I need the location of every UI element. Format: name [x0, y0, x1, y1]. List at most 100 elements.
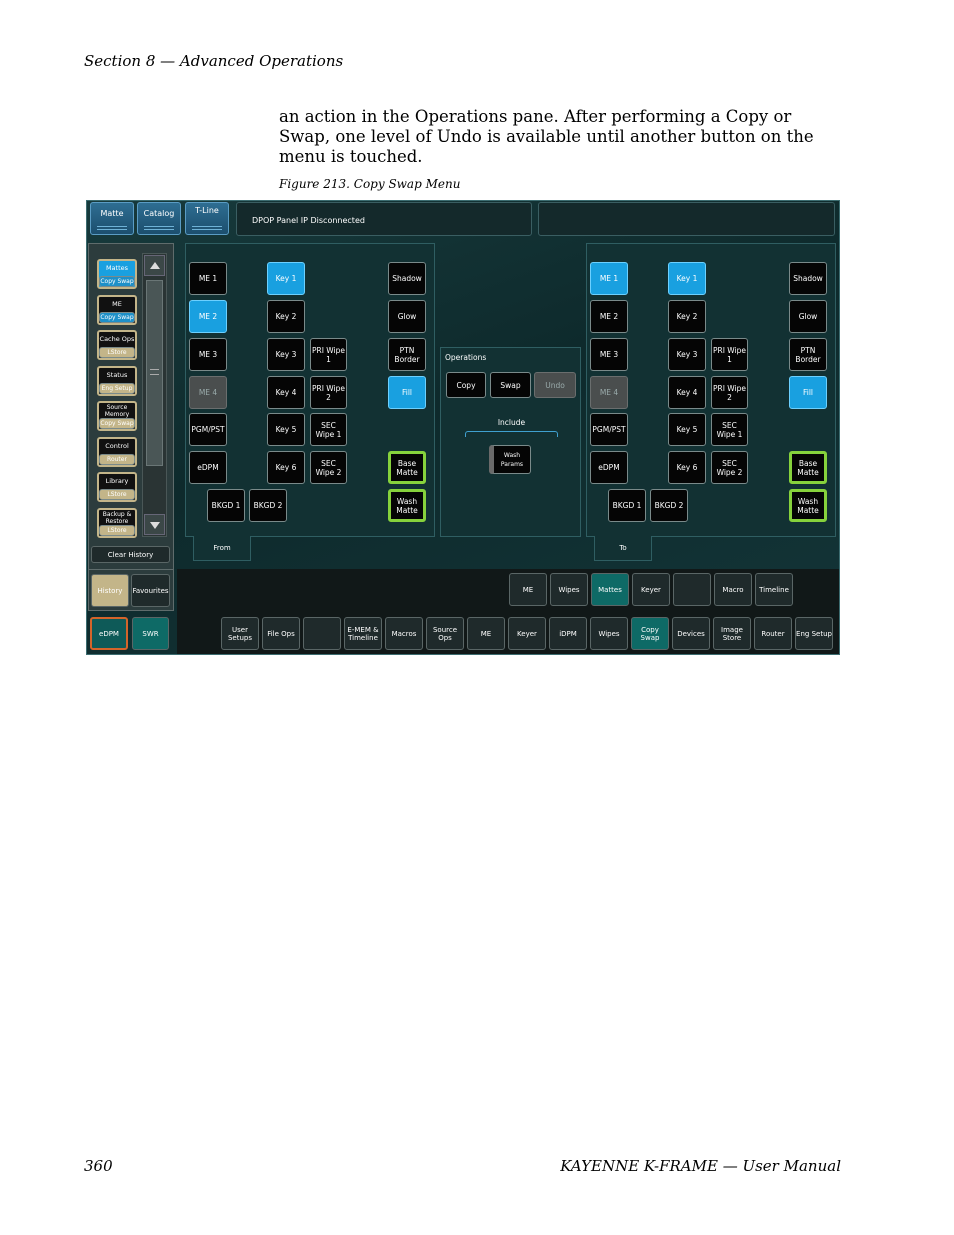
from-edpm-button[interactable]: eDPM [189, 451, 227, 484]
from-sec-wipe-1-button[interactable]: SEC Wipe 1 [310, 413, 347, 446]
to-pgm-pst-button[interactable]: PGM/PST [590, 413, 628, 446]
scroll-down-button[interactable] [144, 514, 165, 535]
to-key-4-button[interactable]: Key 4 [668, 376, 706, 409]
to-me-4-button[interactable]: ME 4 [590, 376, 628, 409]
nav-router-button[interactable]: Router [754, 617, 792, 650]
from-me-3-button[interactable]: ME 3 [189, 338, 227, 371]
undo-button[interactable]: Undo [534, 372, 576, 398]
submenu-timeline-button[interactable]: Timeline [755, 573, 793, 606]
submenu-blank-button[interactable] [673, 573, 711, 606]
nav-keyer-button[interactable]: Keyer [508, 617, 546, 650]
nav-macros-button[interactable]: Macros [385, 617, 423, 650]
nav-user-setups-button[interactable]: User Setups [221, 617, 259, 650]
to-fill-button[interactable]: Fill [789, 376, 827, 409]
to-base-matte-button[interactable]: Base Matte [789, 451, 827, 484]
to-bkgd-2-button[interactable]: BKGD 2 [650, 489, 688, 522]
from-bkgd-2-button[interactable]: BKGD 2 [249, 489, 287, 522]
history-item-source-memory[interactable]: Source Memory Copy Swap [97, 401, 137, 431]
nav-wipes-button[interactable]: Wipes [590, 617, 628, 650]
to-shadow-button[interactable]: Shadow [789, 262, 827, 295]
submenu-keyer-button[interactable]: Keyer [632, 573, 670, 606]
from-glow-button[interactable]: Glow [388, 300, 426, 333]
from-me-1-button[interactable]: ME 1 [189, 262, 227, 295]
scroll-up-button[interactable] [144, 255, 165, 276]
history-item-control[interactable]: Control Router [97, 436, 137, 467]
to-pri-wipe-2-button[interactable]: PRI Wipe 2 [711, 376, 748, 409]
nav-idpm-button[interactable]: iDPM [549, 617, 587, 650]
from-pri-wipe-1-button[interactable]: PRI Wipe 1 [310, 338, 347, 371]
from-me-4-button[interactable]: ME 4 [189, 376, 227, 409]
from-key-3-button[interactable]: Key 3 [267, 338, 305, 371]
from-pri-wipe-2-button[interactable]: PRI Wipe 2 [310, 376, 347, 409]
submenu-me-button[interactable]: ME [509, 573, 547, 606]
submenu-mattes-button[interactable]: Mattes [591, 573, 629, 606]
copy-button[interactable]: Copy [446, 372, 486, 398]
nav-copy-swap-button[interactable]: Copy Swap [631, 617, 669, 650]
submenu-wipes-button[interactable]: Wipes [550, 573, 588, 606]
nav-keyer-button-label: Keyer [517, 629, 537, 638]
matte-tab[interactable]: Matte [90, 202, 134, 235]
from-key-5-button[interactable]: Key 5 [267, 413, 305, 446]
to-key-1-button[interactable]: Key 1 [668, 262, 706, 295]
history-item-cache-ops[interactable]: Cache Ops LStore [97, 330, 137, 360]
catalog-tab[interactable]: Catalog [137, 202, 181, 235]
swr-button[interactable]: SWR [132, 617, 169, 650]
nav-eng-setup-button[interactable]: Eng Setup [795, 617, 833, 650]
nav-me-button[interactable]: ME [467, 617, 505, 650]
history-tab[interactable]: History [91, 574, 129, 607]
from-tab-label: From [213, 544, 231, 552]
clear-history-button[interactable]: Clear History [91, 546, 170, 563]
history-item-mattes[interactable]: Mattes Copy Swap [97, 259, 137, 289]
history-scrollbar[interactable] [142, 253, 167, 537]
submenu-macro-button[interactable]: Macro [714, 573, 752, 606]
to-me-2-button[interactable]: ME 2 [590, 300, 628, 333]
from-shadow-button[interactable]: Shadow [388, 262, 426, 295]
wash-params-toggle[interactable]: Wash Params [489, 445, 531, 474]
from-key-4-button[interactable]: Key 4 [267, 376, 305, 409]
to-key-2-button[interactable]: Key 2 [668, 300, 706, 333]
history-item-backup-restore[interactable]: Backup & Restore LStore [97, 507, 137, 538]
to-wash-matte-button[interactable]: Wash Matte [789, 489, 827, 522]
scroll-thumb[interactable] [146, 280, 163, 466]
to-key-3-button[interactable]: Key 3 [668, 338, 706, 371]
nav-image-store-button[interactable]: Image Store [713, 617, 751, 650]
history-item-menu: LStore [99, 524, 135, 536]
to-ptn-border-button[interactable]: PTN Border [789, 338, 827, 371]
nav-source-ops-button[interactable]: Source Ops [426, 617, 464, 650]
nav-file-ops-button[interactable]: File Ops [262, 617, 300, 650]
nav-user-setups-button-label: User Setups [227, 625, 253, 642]
from-bkgd-1-button[interactable]: BKGD 1 [207, 489, 245, 522]
to-me-3-button[interactable]: ME 3 [590, 338, 628, 371]
nav-wipes-button-label: Wipes [598, 629, 620, 638]
to-key-6-button[interactable]: Key 6 [668, 451, 706, 484]
to-pri-wipe-1-button[interactable]: PRI Wipe 1 [711, 338, 748, 371]
favourites-tab[interactable]: Favourites [131, 574, 170, 607]
history-item-me[interactable]: ME Copy Swap [97, 294, 137, 325]
to-bkgd-1-button[interactable]: BKGD 1 [608, 489, 646, 522]
from-key-1-button[interactable]: Key 1 [267, 262, 305, 295]
to-sec-wipe-1-button[interactable]: SEC Wipe 1 [711, 413, 748, 446]
to-key-5-button-label: Key 5 [676, 425, 698, 434]
from-key-2-button[interactable]: Key 2 [267, 300, 305, 333]
tline-tab[interactable]: T-Line [185, 202, 229, 235]
nav-blank-button[interactable] [303, 617, 341, 650]
nav-devices-button[interactable]: Devices [672, 617, 710, 650]
from-sec-wipe-2-button[interactable]: SEC Wipe 2 [310, 451, 347, 484]
from-key-6-button[interactable]: Key 6 [267, 451, 305, 484]
to-glow-button[interactable]: Glow [789, 300, 827, 333]
history-item-status[interactable]: Status Eng Setup [97, 365, 137, 396]
history-item-library[interactable]: Library LStore [97, 472, 137, 502]
from-me-2-button[interactable]: ME 2 [189, 300, 227, 333]
from-pgm-pst-button[interactable]: PGM/PST [189, 413, 227, 446]
to-key-5-button[interactable]: Key 5 [668, 413, 706, 446]
nav-e-mem-timeline-button[interactable]: E-MEM & Timeline [344, 617, 382, 650]
to-edpm-button[interactable]: eDPM [590, 451, 628, 484]
swap-button[interactable]: Swap [490, 372, 531, 398]
from-base-matte-button[interactable]: Base Matte [388, 451, 426, 484]
to-me-1-button[interactable]: ME 1 [590, 262, 628, 295]
from-wash-matte-button[interactable]: Wash Matte [388, 489, 426, 522]
edpm-button[interactable]: eDPM [90, 617, 128, 650]
from-fill-button[interactable]: Fill [388, 376, 426, 409]
to-sec-wipe-2-button[interactable]: SEC Wipe 2 [711, 451, 748, 484]
from-ptn-border-button[interactable]: PTN Border [388, 338, 426, 371]
